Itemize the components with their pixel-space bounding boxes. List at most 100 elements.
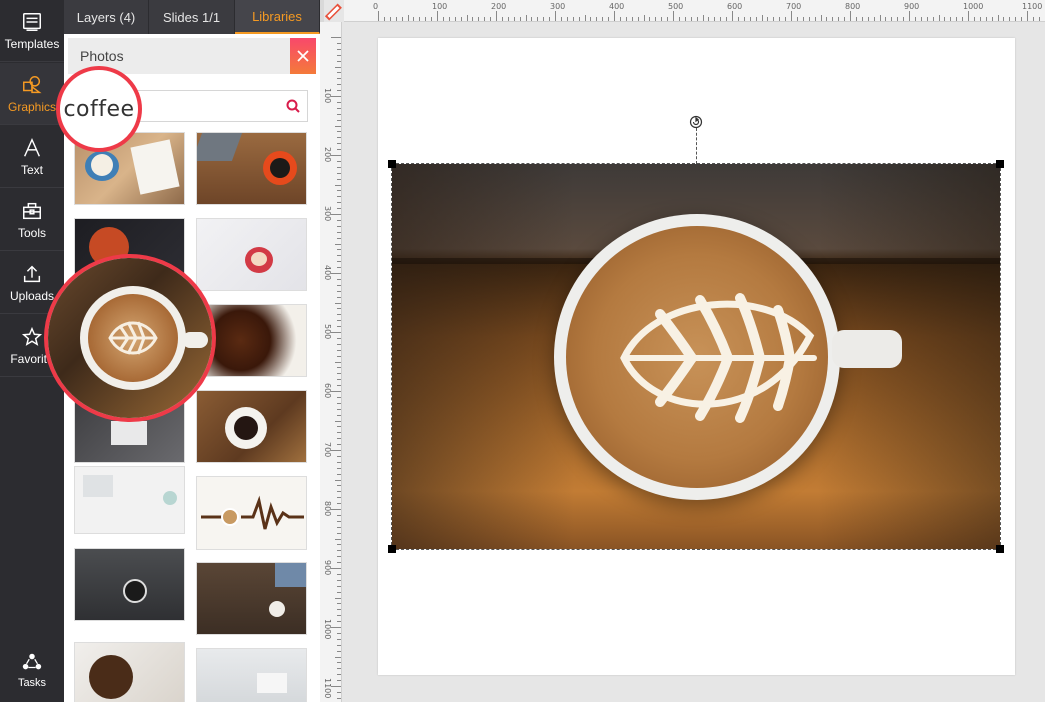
ruler-v-label: 800	[323, 501, 332, 517]
canvas-page[interactable]	[378, 38, 1015, 675]
ruler-h-tick	[537, 17, 539, 21]
ruler-h-tick	[684, 17, 686, 21]
nav-text-label: Text	[20, 162, 43, 177]
ruler-h-label: 200	[491, 2, 507, 11]
photo-thumb-8[interactable]	[196, 390, 307, 463]
tab-slides[interactable]: Slides 1/1	[149, 0, 235, 34]
ruler-h-tick	[1003, 17, 1005, 21]
ruler-h-tick	[413, 17, 415, 21]
ruler-v-tick	[331, 686, 341, 687]
ruler-v-tick	[337, 196, 341, 198]
ruler-h-tick	[631, 17, 633, 21]
ruler-v-tick	[337, 84, 341, 86]
ruler-h-label: 300	[550, 2, 566, 11]
ruler-v-tick	[337, 54, 341, 56]
ruler-v-tick	[337, 520, 341, 522]
ruler-v-tick	[337, 208, 341, 210]
ruler-origin-marker[interactable]	[322, 2, 342, 22]
ruler-v-tick	[337, 650, 341, 652]
ruler-v-tick	[337, 308, 341, 310]
ruler-h-tick	[796, 17, 798, 21]
resize-handle-top-right[interactable]	[996, 160, 1004, 168]
ruler-h-tick	[1009, 17, 1011, 21]
ruler-v-tick	[337, 473, 341, 475]
ruler-h-tick	[460, 17, 462, 21]
ruler-h-tick	[773, 17, 775, 21]
ruler-h-tick	[425, 17, 427, 21]
ruler-v-tick	[335, 66, 341, 68]
tab-libraries[interactable]: Libraries	[235, 0, 320, 34]
ruler-h-tick	[708, 17, 710, 21]
tab-layers[interactable]: Layers (4)	[64, 0, 149, 34]
ruler-h-tick	[914, 17, 916, 21]
ruler-h-tick	[749, 17, 751, 21]
ruler-v-tick	[337, 591, 341, 593]
panel-tabs: Layers (4) Slides 1/1 Libraries	[64, 0, 320, 34]
ruler-v-tick	[337, 373, 341, 375]
latte-art-leaf	[620, 293, 817, 423]
ruler-v-tick	[337, 349, 341, 351]
ruler-h-tick	[590, 17, 592, 21]
resize-handle-top-left[interactable]	[388, 160, 396, 168]
nav-text[interactable]: Text	[0, 126, 64, 188]
ruler-h-tick	[566, 17, 568, 21]
nav-graphics[interactable]: Graphics	[0, 63, 64, 125]
photo-thumb-2[interactable]	[196, 132, 307, 205]
ruler-v-tick	[337, 385, 341, 387]
ruler-h-tick	[997, 15, 999, 21]
photo-thumb-4[interactable]	[196, 218, 307, 291]
ruler-h-tick	[814, 17, 816, 21]
ruler-h-tick	[879, 15, 881, 21]
photo-thumb-9[interactable]	[74, 466, 185, 534]
search-term-callout: coffee	[56, 66, 142, 152]
ruler-h-tick	[726, 17, 728, 21]
resize-handle-bottom-left[interactable]	[388, 545, 396, 553]
ruler-v-tick	[337, 573, 341, 575]
ruler-v-tick	[337, 261, 341, 263]
selected-coffee-image[interactable]	[391, 163, 1001, 550]
ruler-v-label: 600	[323, 383, 332, 399]
graphics-icon	[23, 75, 42, 93]
ruler-h-tick	[596, 17, 598, 21]
ruler-v-tick	[337, 320, 341, 322]
ruler-h-tick	[661, 17, 663, 21]
ruler-h-tick	[1015, 17, 1017, 21]
ruler-v-tick	[337, 107, 341, 109]
photo-thumb-11[interactable]	[74, 548, 185, 621]
ruler-h-tick	[555, 11, 556, 21]
ruler-v-tick	[337, 326, 341, 328]
ruler-v-label: 100	[323, 88, 332, 104]
photo-thumb-13[interactable]	[74, 642, 185, 702]
nav-tools[interactable]: Tools	[0, 189, 64, 251]
ruler-h-tick	[614, 11, 615, 21]
close-photos-button[interactable]	[290, 38, 316, 74]
ruler-v-tick	[337, 278, 341, 280]
design-canvas[interactable]	[343, 23, 1045, 702]
ruler-h-tick	[732, 11, 733, 21]
ruler-v-tick	[337, 697, 341, 699]
resize-handle-bottom-right[interactable]	[996, 545, 1004, 553]
ruler-h-tick	[844, 17, 846, 21]
photo-thumb-14[interactable]	[196, 648, 307, 702]
ruler-h-tick	[531, 17, 533, 21]
ruler-v-tick	[335, 420, 341, 422]
ruler-v-tick	[337, 314, 341, 316]
ruler-v-label: 500	[323, 324, 332, 340]
ruler-h-tick	[696, 17, 698, 21]
ruler-v-tick	[337, 438, 341, 440]
ruler-v-tick	[337, 101, 341, 103]
ruler-h-tick	[973, 17, 975, 21]
ruler-v-tick	[331, 332, 341, 333]
photo-thumb-10[interactable]	[196, 476, 307, 550]
ruler-v-tick	[337, 514, 341, 516]
ruler-v-tick	[337, 526, 341, 528]
ruler-v-tick	[337, 267, 341, 269]
nav-templates[interactable]: Templates	[0, 0, 64, 62]
ruler-h-tick	[519, 17, 521, 21]
photo-thumb-12[interactable]	[196, 562, 307, 635]
rotate-handle-icon[interactable]	[689, 115, 703, 129]
ruler-v-tick	[335, 184, 341, 186]
ruler-h-tick	[407, 15, 409, 21]
tasks-button[interactable]: Tasks	[0, 638, 64, 702]
search-icon[interactable]	[285, 98, 301, 114]
